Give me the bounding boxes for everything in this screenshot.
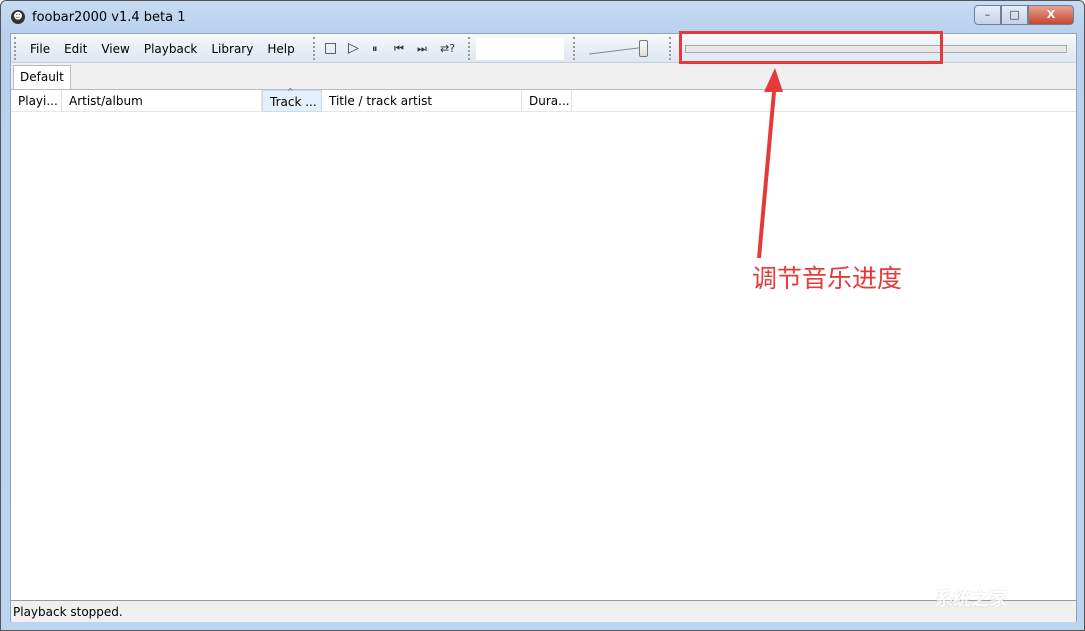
watermark-logo: 系统之家 — [935, 589, 1007, 610]
annotation-text: 调节音乐进度 — [752, 264, 903, 293]
annotation-arrow-icon — [757, 68, 783, 258]
